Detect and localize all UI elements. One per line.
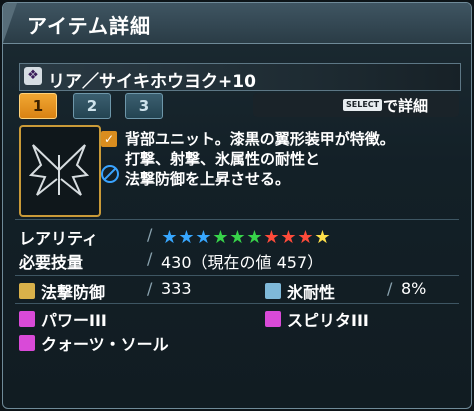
divider — [15, 275, 459, 276]
select-detail-hint: SELECT で詳細 — [253, 93, 459, 117]
ice-resist-label: 氷耐性 — [287, 283, 336, 302]
item-name-bar: ❖ リア／サイキホウヨク+10 — [19, 63, 461, 92]
separator-slash: / — [387, 279, 393, 298]
rarity-label: レアリティ — [19, 229, 99, 248]
rarity-star-icon: ★ — [297, 227, 314, 248]
required-skill-label: 必要技量 — [19, 253, 84, 272]
title-corner-decoration — [3, 3, 17, 43]
affix-icon — [19, 335, 35, 351]
item-status-icons: ✓ — [99, 127, 119, 213]
affix-power-iii: パワーIII — [41, 311, 107, 330]
tech-defense-icon — [19, 283, 35, 299]
title-bar: アイテム詳細 — [3, 3, 471, 44]
ice-resist-icon — [265, 283, 281, 299]
description-line: 打撃、射撃、氷属性の耐性と — [125, 150, 321, 168]
rear-unit-icon: ❖ — [24, 67, 42, 85]
description-line: 法撃防御を上昇させる。 — [125, 170, 291, 188]
tab-1[interactable]: 1 — [19, 93, 57, 119]
tab-2[interactable]: 2 — [73, 93, 111, 119]
select-hint-text: で詳細 — [383, 97, 429, 115]
rarity-star-icon: ★ — [280, 227, 297, 248]
tech-defense-label: 法撃防御 — [41, 283, 106, 302]
rarity-star-icon: ★ — [229, 227, 246, 248]
affix-icon — [265, 311, 281, 327]
affix-quartz-soul: クォーツ・ソール — [41, 335, 169, 354]
tech-defense-value: 333 — [161, 279, 192, 298]
divider — [15, 219, 459, 220]
rarity-star-icon: ★ — [314, 227, 331, 248]
no-trade-icon — [101, 165, 119, 183]
item-detail-window: アイテム詳細 ❖ リア／サイキホウヨク+10 1 2 3 SELECT で詳細 … — [2, 2, 472, 409]
ice-resist-value: 8% — [401, 279, 427, 298]
separator-slash: / — [147, 249, 153, 268]
divider — [15, 303, 459, 304]
required-skill-value: 430（現在の値 457） — [161, 253, 324, 272]
item-thumbnail — [19, 125, 101, 217]
checkmark-icon: ✓ — [101, 131, 117, 147]
rarity-stars: ★★★★★★★★★★ — [161, 227, 331, 248]
rarity-star-icon: ★ — [178, 227, 195, 248]
item-name: リア／サイキホウヨク+10 — [48, 72, 256, 92]
item-description: 背部ユニット。漆黒の翼形装甲が特徴。 打撃、射撃、氷属性の耐性と 法撃防御を上昇… — [125, 129, 455, 189]
tab-3[interactable]: 3 — [125, 93, 163, 119]
rarity-star-icon: ★ — [246, 227, 263, 248]
separator-slash: / — [147, 279, 153, 298]
window-title: アイテム詳細 — [27, 14, 151, 38]
description-line: 背部ユニット。漆黒の翼形装甲が特徴。 — [125, 130, 395, 148]
rarity-star-icon: ★ — [161, 227, 178, 248]
rarity-star-icon: ★ — [263, 227, 280, 248]
select-button-icon: SELECT — [343, 99, 383, 111]
wings-icon — [28, 144, 90, 196]
affix-spirita-iii: スピリタIII — [287, 311, 369, 330]
separator-slash: / — [147, 225, 153, 244]
affix-icon — [19, 311, 35, 327]
rarity-star-icon: ★ — [195, 227, 212, 248]
rarity-star-icon: ★ — [212, 227, 229, 248]
